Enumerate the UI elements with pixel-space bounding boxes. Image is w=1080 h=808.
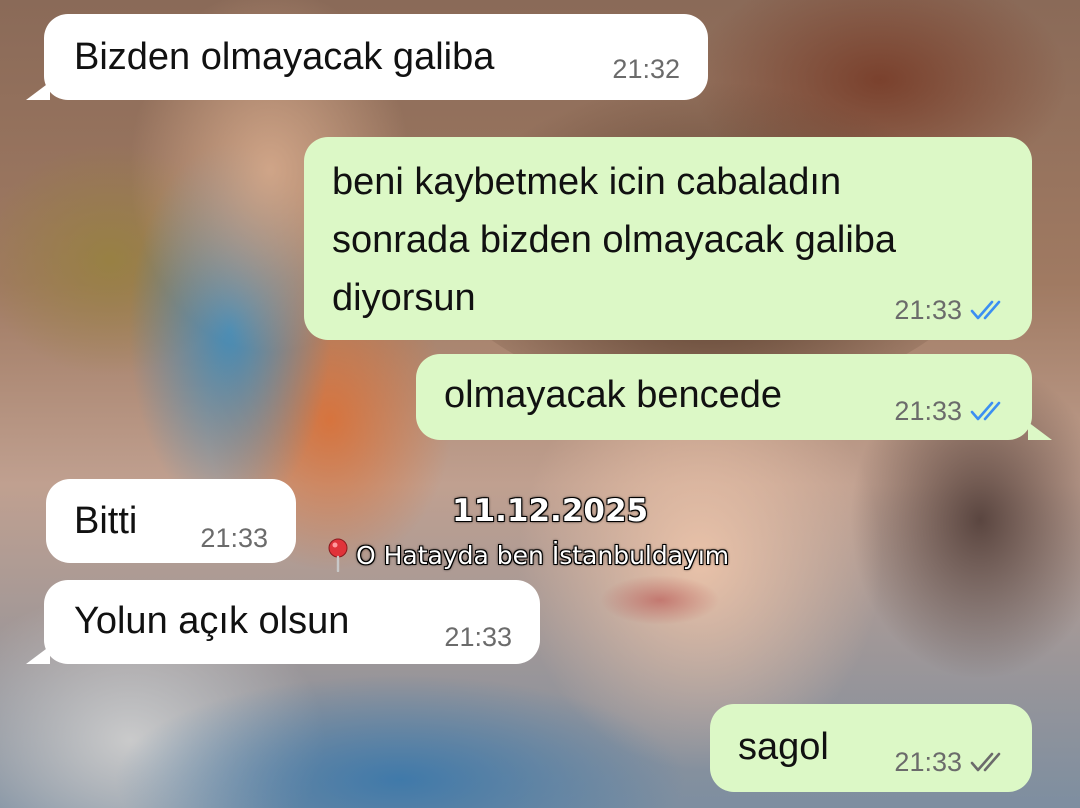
- message-time: 21:32: [612, 54, 680, 84]
- timestamp: 21:33: [894, 295, 962, 325]
- location-text: O Hatayda ben İstanbuldayım: [356, 540, 730, 570]
- message-time: 21:33: [894, 295, 1006, 325]
- bubble-tail: [26, 646, 50, 664]
- message-bubble-incoming[interactable]: Bitti 21:33: [46, 479, 296, 563]
- double-check-read-icon: [970, 401, 1001, 421]
- message-bubble-outgoing[interactable]: beni kaybetmek icin cabaladın sonrada bi…: [304, 137, 1032, 340]
- message-time: 21:33: [894, 396, 1006, 426]
- message-text: Bitti: [74, 500, 138, 542]
- message-text: Yolun açık olsun: [74, 600, 350, 642]
- message-text-line: diyorsun: [332, 277, 476, 319]
- double-check-delivered-icon: [970, 752, 1001, 772]
- bubble-tail: [26, 82, 50, 100]
- background-shape: [600, 575, 720, 625]
- message-text: olmayacak bencede: [444, 374, 782, 416]
- timestamp: 21:33: [444, 622, 512, 652]
- timestamp: 21:33: [200, 523, 268, 553]
- message-text-line: beni kaybetmek icin cabaladın: [332, 161, 842, 203]
- message-text: Bizden olmayacak galiba: [74, 36, 495, 78]
- message-bubble-outgoing[interactable]: olmayacak bencede 21:33: [416, 354, 1032, 440]
- message-time: 21:33: [200, 523, 268, 553]
- message-text: sagol: [738, 726, 829, 768]
- message-text-line: sonrada bizden olmayacak galiba: [332, 219, 897, 261]
- overlay-location: O Hatayda ben İstanbuldayım: [326, 538, 729, 572]
- message-time: 21:33: [444, 622, 512, 652]
- message-bubble-outgoing[interactable]: sagol 21:33: [710, 704, 1032, 792]
- timestamp: 21:33: [894, 747, 962, 777]
- timestamp: 21:32: [612, 54, 680, 84]
- timestamp: 21:33: [894, 396, 962, 426]
- double-check-read-icon: [970, 300, 1001, 320]
- message-bubble-incoming[interactable]: Yolun açık olsun 21:33: [44, 580, 540, 664]
- overlay-date: 11.12.2025: [452, 493, 649, 529]
- message-bubble-incoming[interactable]: Bizden olmayacak galiba 21:32: [44, 14, 708, 100]
- message-time: 21:33: [894, 747, 1006, 777]
- bubble-tail: [1028, 422, 1052, 440]
- pin-icon: [328, 538, 348, 572]
